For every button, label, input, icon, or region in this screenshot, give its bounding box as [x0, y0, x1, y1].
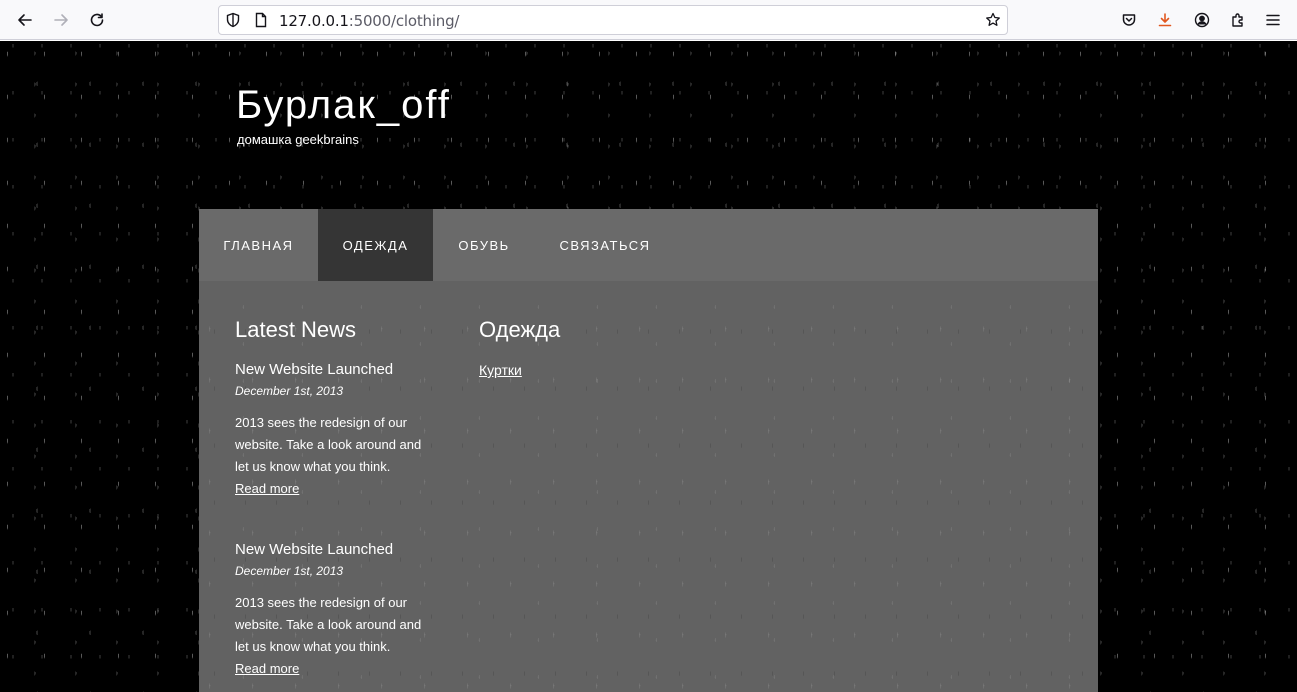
news-date: December 1st, 2013: [235, 384, 344, 398]
page-title: Одежда: [479, 317, 561, 342]
address-bar[interactable]: 127.0.0.1:5000/clothing/: [218, 5, 1008, 35]
news-date: December 1st, 2013: [235, 564, 344, 578]
web-page: Бурлак_off домашка geekbrains ГЛАВНАЯ ОД…: [0, 41, 1297, 692]
content-panel: ГЛАВНАЯ ОДЕЖДА ОБУВЬ СВЯЗАТЬСЯ Latest Ne…: [199, 209, 1098, 692]
star-icon[interactable]: [985, 12, 1001, 28]
news-title: New Website Launched: [235, 541, 394, 558]
extensions-icon[interactable]: [1224, 6, 1252, 34]
site-subtitle: домашка geekbrains: [237, 132, 359, 147]
pocket-icon[interactable]: [1115, 6, 1143, 34]
sidebar-title: Latest News: [235, 317, 357, 342]
read-more-link[interactable]: Read more: [235, 658, 435, 680]
forward-arrow-icon[interactable]: [47, 6, 75, 34]
menu-item-contact[interactable]: СВЯЗАТЬСЯ: [535, 209, 675, 281]
menu-item-home[interactable]: ГЛАВНАЯ: [199, 209, 318, 281]
news-item: New Website Launched December 1st, 2013 …: [235, 541, 435, 680]
category-link-jackets[interactable]: Куртки: [479, 362, 522, 378]
reload-icon[interactable]: [83, 6, 111, 34]
news-text: 2013 sees the redesign of our website. T…: [235, 415, 422, 474]
page-icon[interactable]: [253, 12, 269, 28]
news-text: 2013 sees the redesign of our website. T…: [235, 595, 422, 654]
url-text[interactable]: 127.0.0.1:5000/clothing/: [279, 12, 459, 30]
main-menu: ГЛАВНАЯ ОДЕЖДА ОБУВЬ СВЯЗАТЬСЯ: [199, 209, 1098, 281]
site-title: Бурлак_off: [236, 83, 451, 127]
menu-item-shoes[interactable]: ОБУВЬ: [433, 209, 535, 281]
back-arrow-icon[interactable]: [11, 6, 39, 34]
read-more-link[interactable]: Read more: [235, 478, 435, 500]
news-item: New Website Launched December 1st, 2013 …: [235, 361, 435, 500]
shield-icon[interactable]: [225, 12, 241, 28]
news-title: New Website Launched: [235, 361, 394, 378]
account-icon[interactable]: [1188, 6, 1216, 34]
menu-item-clothing[interactable]: ОДЕЖДА: [318, 209, 433, 281]
browser-toolbar: 127.0.0.1:5000/clothing/: [0, 0, 1297, 40]
hamburger-menu-icon[interactable]: [1259, 6, 1287, 34]
download-icon[interactable]: [1151, 6, 1179, 34]
